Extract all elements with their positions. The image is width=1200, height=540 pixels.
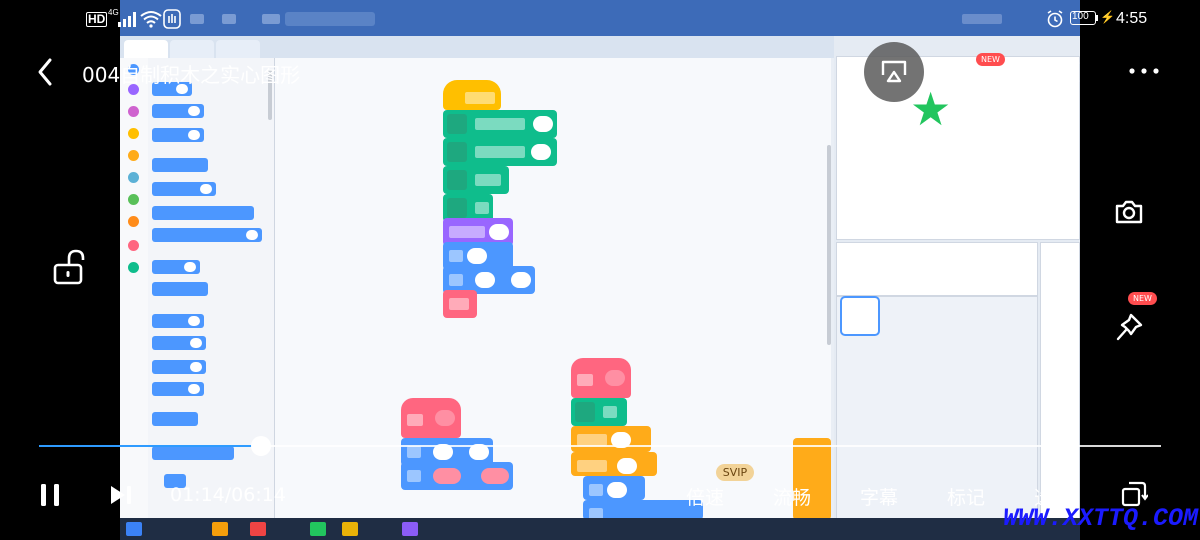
palette-block [152,104,204,118]
palette-block [152,282,208,296]
script-pen-color-block [443,110,557,138]
palette-block [152,128,204,142]
category-events-dot [128,128,139,139]
palette-block [152,158,208,172]
palette-block [152,360,206,374]
progress-knob[interactable] [251,436,272,456]
category-sensing-dot [128,172,139,183]
palette-block [152,314,204,328]
script-turn-block [583,500,703,520]
headphones-new-badge: NEW [976,53,1005,66]
palette-block [152,382,204,396]
video-sprite-info [836,242,1038,296]
taskbar-icon [126,522,142,536]
pin-new-badge: NEW [1128,292,1157,305]
chevron-left-icon[interactable] [32,56,60,88]
camera-icon[interactable] [1114,198,1144,226]
status-bar: HD 4G 100 ⚡ 4:55 [0,0,1200,40]
palette-block [152,182,216,196]
taskbar-icon [250,522,266,536]
script-repeat-block [571,426,651,452]
script-define-outline-block [571,358,631,398]
hand-icon [163,9,181,29]
category-sound-dot [128,106,139,117]
category-variables-dot [128,216,139,227]
clock-time: 4:55 [1116,10,1148,27]
taskbar-icon [310,522,326,536]
video-tab-costumes [170,40,214,58]
script-pen-down-block [571,398,627,426]
video-title: 004自制积木之实心图形 [82,63,301,87]
pause-icon[interactable] [38,482,62,508]
palette-block [152,206,254,220]
cast-button[interactable] [864,42,924,102]
charging-icon: ⚡ [1100,10,1115,24]
script-move-block [583,476,645,500]
script-define-fill-block [401,398,461,438]
star-sprite: ★ [910,82,952,136]
quality-button[interactable]: 流畅 [773,483,811,510]
more-icon[interactable] [1128,66,1160,76]
taskbar-icon [212,522,228,536]
playback-time: 01:14/06:14 [170,484,286,506]
video-workspace-scrollbar [827,145,831,345]
speed-button[interactable]: 倍速 [686,483,724,510]
palette-block [152,228,262,242]
taskbar-icon [402,522,418,536]
palette-block [152,260,200,274]
script-erase-block [443,166,509,194]
share-icon[interactable] [1051,57,1081,87]
palette-block [152,412,198,426]
next-icon[interactable] [108,484,134,506]
battery-tip [1096,15,1098,21]
progress-played [39,445,262,447]
mark-button[interactable]: 标记 [947,483,985,510]
script-hat-block [443,80,501,110]
script-pen-size-block [443,138,557,166]
category-control-dot [128,150,139,161]
battery-level: 100 [1072,11,1089,22]
unlock-icon[interactable] [52,248,88,286]
category-myblocks-dot [128,240,139,251]
palette-block [152,446,234,460]
palette-block [152,336,206,350]
video-tab-sounds [216,40,260,58]
battery-icon: 100 [1070,11,1096,25]
site-watermark: WWW.XXTTQ.COM [1003,504,1199,533]
svip-badge: SVIP [716,464,754,481]
hd-icon: HD [86,12,108,27]
taskbar-icon [342,522,358,536]
category-operators-dot [128,194,139,205]
category-pen-dot [128,262,139,273]
script-custom-block [443,290,477,318]
script-goto-block [401,462,513,490]
wifi-icon [140,11,162,28]
cast-icon [881,60,907,83]
video-tab-code [124,40,168,58]
script-repeat-block [571,452,657,476]
pin-icon[interactable] [1114,312,1144,344]
alarm-icon [1047,10,1063,28]
signal-icon [118,12,136,27]
subtitle-button[interactable]: 字幕 [860,483,898,510]
video-sprite-thumbnail [840,296,880,336]
